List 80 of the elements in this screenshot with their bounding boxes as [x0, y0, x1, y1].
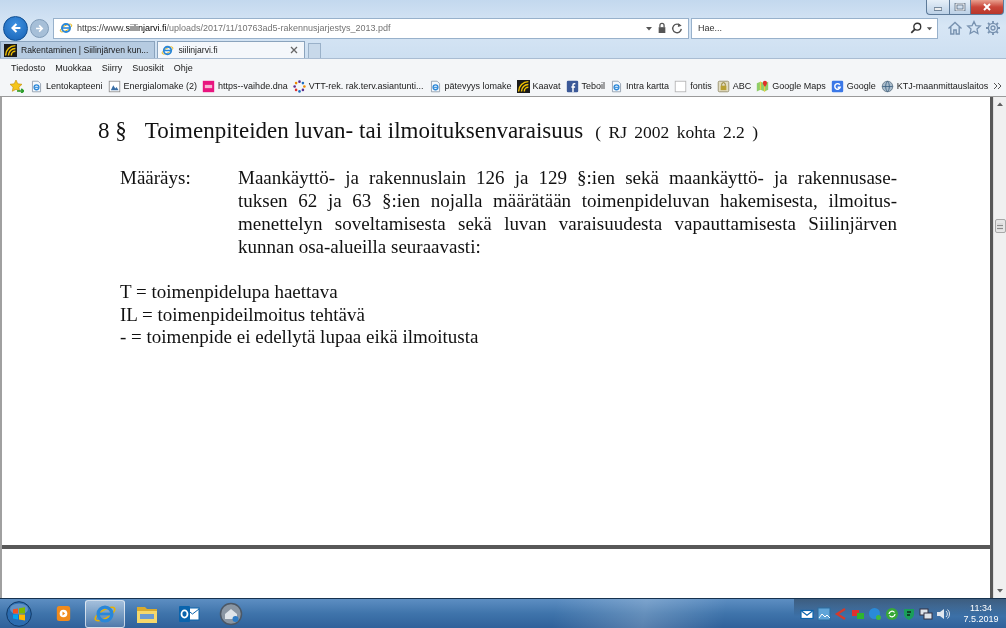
favorite-link[interactable]: Teboil — [563, 79, 608, 93]
star-arrow-icon[interactable] — [9, 79, 24, 93]
favorite-link[interactable]: Google Maps — [754, 79, 828, 93]
up-arrow-icon[interactable] — [996, 101, 1004, 107]
address-field[interactable]: https://www.siilinjarvi.fi/uploads/2017/11/10763ad5-rakennusjarjestys_2013.pdf — [53, 17, 689, 39]
maximize-button[interactable] — [949, 0, 971, 15]
start-orb-icon — [6, 600, 32, 627]
speaker-icon[interactable] — [936, 606, 950, 621]
arcs-logo-icon — [516, 79, 530, 93]
clock-date: 7.5.2019 — [963, 613, 999, 625]
lock-icon[interactable] — [657, 22, 667, 34]
logo-tile-icon — [202, 79, 216, 93]
favorite-link[interactable]: Energialomake (2) — [105, 79, 200, 93]
forward-button[interactable] — [30, 18, 49, 38]
menu-item[interactable]: Tiedosto — [6, 61, 51, 74]
web-page-icon — [610, 79, 624, 93]
section-title: Toimenpiteiden luvan- tai ilmoituksenvaraisuus — [144, 118, 584, 144]
favorite-link[interactable]: https--vaihde.dna — [200, 79, 290, 93]
maximize-icon — [954, 3, 966, 11]
favorite-link[interactable]: fontis — [672, 79, 714, 93]
image-icon — [107, 79, 121, 93]
favorite-link[interactable]: VTT-rek. rak.terv.asiantunti... — [290, 79, 426, 93]
tab[interactable]: Rakentaminen | Siilinjärven kun... — [0, 41, 156, 58]
caret-icon[interactable] — [645, 25, 653, 31]
definition-line: T = toimenpidelupa haettava — [120, 281, 338, 304]
favorite-link[interactable]: pätevyys lomake — [426, 79, 514, 93]
picture-icon[interactable] — [817, 606, 831, 621]
blank-page-icon — [674, 79, 688, 93]
close-button[interactable] — [971, 0, 1004, 15]
settings-icon[interactable] — [985, 20, 1001, 36]
close-icon[interactable] — [290, 46, 299, 54]
close-icon — [981, 3, 993, 11]
browser-icon — [59, 21, 73, 35]
favorite-link[interactable]: Lentokapteeni — [28, 79, 105, 93]
regulation-label: Määräys: — [120, 166, 192, 190]
g-logo-icon — [830, 79, 844, 93]
refresh-icon[interactable] — [671, 22, 683, 34]
browser-icon — [161, 43, 175, 57]
favorite-link[interactable]: Kaavat — [514, 79, 563, 93]
favorite-link[interactable]: ABC — [714, 79, 754, 93]
map-icon — [756, 79, 770, 93]
favorite-link[interactable]: Google — [828, 79, 878, 93]
house-icon — [219, 601, 243, 626]
star-icon[interactable] — [966, 20, 982, 36]
search-icon[interactable] — [910, 22, 922, 34]
definition-line: - = toimenpide ei edellytä lupaa eikä ilmoitusta — [120, 326, 479, 349]
screens-icon[interactable] — [919, 606, 933, 621]
back-button[interactable] — [3, 15, 28, 41]
menu-item[interactable]: Ohje — [168, 61, 198, 74]
menu-item[interactable]: Siirry — [96, 61, 128, 74]
globe-icon — [880, 79, 894, 93]
scroll-thumb[interactable] — [994, 219, 1006, 233]
regulation-paragraph: Maankäyttö- ja rakennuslain 126 ja 129 §:ien sekä maankäyttö- ja rakennusase- tuksen 62 ja 63 §:ien nojalla määrätään toimenpideluvan hakemisesta, ilmoitus- menettelyn soveltamisesta sekä luvan varaisuudesta vapauttamisesta Siilinjärven kunnan osa-alueilla seuraavasti: — [238, 166, 897, 258]
start-button[interactable] — [3, 599, 35, 628]
sync-icon[interactable] — [885, 606, 899, 621]
minimize-button[interactable] — [926, 0, 949, 15]
scrollbar[interactable] — [993, 97, 1006, 598]
search-field[interactable]: Hae... — [691, 17, 938, 39]
down-arrow-icon[interactable] — [996, 588, 1004, 594]
arrow-right-icon — [34, 22, 45, 34]
caret-icon[interactable] — [926, 25, 933, 31]
menu-item[interactable]: Muokkaa — [50, 61, 97, 74]
section-number: 8 § — [98, 118, 127, 144]
favorite-link[interactable]: Intra kartta — [608, 79, 672, 93]
arcs-logo-icon — [4, 43, 17, 57]
web-page-icon — [428, 79, 442, 93]
reference-note: ( RJ 2002 kohta 2.2 ) — [595, 121, 759, 144]
lock-tile-icon — [716, 79, 730, 93]
menu-item[interactable]: Suosikit — [127, 61, 169, 74]
favorite-link[interactable]: KTJ-maanmittauslaitos — [878, 79, 991, 93]
taskbar-button[interactable] — [85, 599, 125, 628]
clock-time: 11:34 — [970, 602, 992, 614]
f-logo-icon — [565, 79, 579, 93]
play-icon — [55, 605, 71, 622]
shield-icon[interactable] — [902, 606, 916, 621]
web-page-icon — [30, 79, 43, 93]
definition-line: IL = toimenpideilmoitus tehtävä — [120, 303, 365, 326]
dots-ring-icon — [292, 79, 306, 93]
tab[interactable]: siilinjarvi.fi — [157, 41, 306, 58]
chevron-icon[interactable] — [993, 82, 1002, 90]
